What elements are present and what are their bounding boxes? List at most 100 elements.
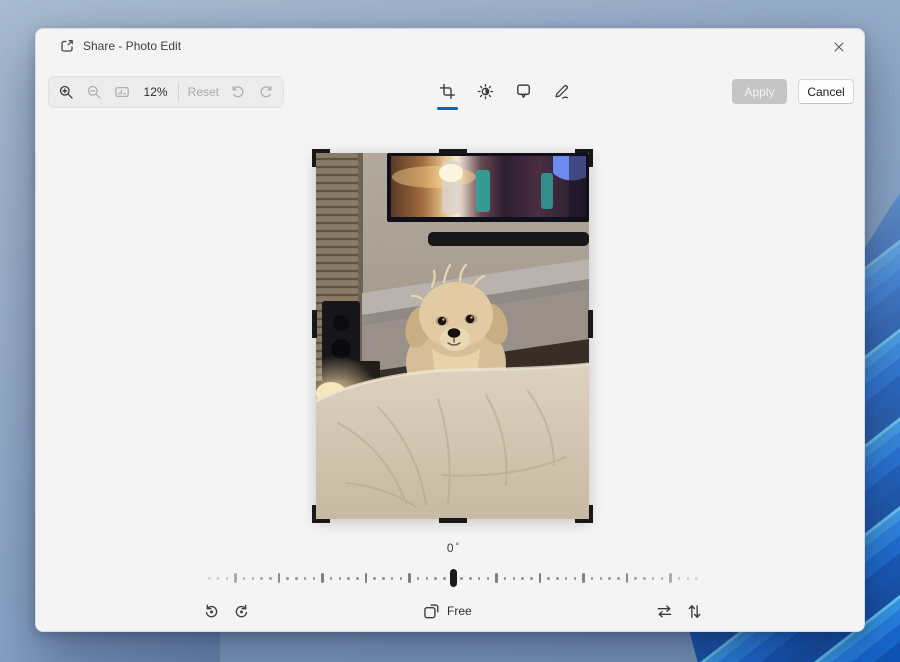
rotation-tick bbox=[303, 576, 307, 580]
rotation-tick bbox=[434, 576, 437, 580]
rotation-tick bbox=[269, 576, 272, 580]
rotation-tick bbox=[295, 576, 298, 580]
title-bar: Share - Photo Edit bbox=[36, 29, 864, 63]
rotation-tick bbox=[521, 576, 524, 580]
rotation-tick bbox=[695, 576, 698, 580]
rotation-tick bbox=[477, 576, 481, 580]
rotation-tick bbox=[617, 576, 620, 580]
desktop-wallpaper: Share - Photo Edit 12% Reset Apply Cance… bbox=[0, 0, 900, 662]
rotation-tick bbox=[547, 576, 550, 580]
window-title: Share - Photo Edit bbox=[83, 39, 182, 53]
rotation-tick bbox=[608, 576, 611, 580]
rotation-tick bbox=[225, 576, 229, 580]
rotation-tick bbox=[634, 576, 637, 580]
close-button[interactable] bbox=[824, 35, 854, 59]
rotation-tick bbox=[390, 576, 394, 580]
rotation-tick bbox=[242, 576, 246, 580]
crop-handle-top-left[interactable] bbox=[312, 149, 330, 167]
crop-handle-left[interactable] bbox=[312, 310, 317, 338]
rotation-tick bbox=[556, 576, 559, 580]
aspect-ratio-button[interactable]: Free bbox=[417, 597, 478, 625]
redo-button[interactable] bbox=[252, 79, 280, 105]
photo-image bbox=[316, 153, 589, 519]
rotation-tick bbox=[234, 573, 237, 583]
rotation-ticks[interactable] bbox=[201, 568, 705, 588]
flip-vertical-icon bbox=[688, 604, 700, 618]
rotation-tick bbox=[416, 576, 420, 580]
undo-button[interactable] bbox=[224, 79, 252, 105]
rotation-tick bbox=[686, 576, 690, 580]
markup-tool-button[interactable] bbox=[546, 76, 577, 106]
rotation-tick bbox=[286, 576, 289, 580]
apply-button[interactable]: Apply bbox=[732, 79, 787, 104]
crop-handle-top[interactable] bbox=[438, 149, 467, 154]
flip-horizontal-icon bbox=[657, 604, 671, 618]
filter-icon bbox=[517, 83, 530, 98]
rotation-tick bbox=[312, 576, 316, 580]
rotation-tick bbox=[443, 576, 446, 580]
zoom-in-icon bbox=[59, 85, 73, 99]
crop-handle-bottom-left[interactable] bbox=[312, 505, 330, 523]
share-icon bbox=[59, 38, 75, 54]
zoom-in-button[interactable] bbox=[52, 79, 80, 105]
rotation-tick bbox=[399, 576, 403, 580]
rotation-tick bbox=[486, 576, 490, 580]
rotation-tick bbox=[503, 576, 507, 580]
rotation-tick bbox=[408, 573, 411, 583]
flip-vertical-button[interactable] bbox=[680, 597, 708, 625]
rotation-tick bbox=[251, 576, 255, 580]
rotation-tick bbox=[599, 576, 603, 580]
fit-to-window-button[interactable] bbox=[108, 79, 136, 105]
rotation-tick bbox=[356, 576, 359, 580]
rotation-tick bbox=[260, 576, 263, 580]
rotation-tick bbox=[590, 576, 594, 580]
reset-button[interactable]: Reset bbox=[182, 85, 224, 99]
crop-icon bbox=[439, 83, 456, 99]
rotation-tick bbox=[208, 576, 211, 580]
crop-handle-bottom[interactable] bbox=[438, 518, 467, 523]
rotation-tick bbox=[669, 573, 672, 583]
crop-tool-button[interactable] bbox=[432, 76, 463, 110]
edit-tools-bar bbox=[432, 76, 577, 110]
rotation-tick bbox=[625, 573, 629, 583]
rotation-tick bbox=[530, 576, 533, 580]
flip-horizontal-button[interactable] bbox=[650, 597, 678, 625]
zoom-toolbar: 12% Reset bbox=[48, 76, 284, 108]
rotation-tick bbox=[216, 576, 220, 580]
crop-handle-right[interactable] bbox=[588, 310, 593, 338]
undo-icon bbox=[232, 85, 244, 98]
rotation-tick bbox=[329, 576, 333, 580]
markup-icon bbox=[555, 84, 568, 99]
rotate-right-button[interactable] bbox=[227, 597, 255, 625]
aspect-ratio-label: Free bbox=[447, 604, 472, 618]
zoom-out-icon bbox=[87, 85, 101, 99]
filter-tool-button[interactable] bbox=[508, 76, 539, 106]
rotation-tick bbox=[321, 573, 324, 583]
rotate-left-button[interactable] bbox=[197, 597, 225, 625]
zoom-level: 12% bbox=[143, 85, 168, 99]
rotate-right-icon bbox=[235, 604, 247, 617]
rotation-tick bbox=[495, 573, 498, 583]
share-photo-edit-window: Share - Photo Edit 12% Reset Apply Cance… bbox=[35, 28, 865, 632]
cancel-button[interactable]: Cancel bbox=[798, 79, 854, 104]
rotation-tick bbox=[643, 576, 646, 580]
fit-to-window-icon bbox=[114, 86, 129, 98]
rotation-tick bbox=[538, 573, 542, 583]
rotation-tick bbox=[382, 576, 385, 580]
rotation-tick bbox=[460, 576, 463, 580]
close-icon bbox=[834, 42, 844, 52]
crop-handle-bottom-right[interactable] bbox=[575, 505, 593, 523]
rotation-tick bbox=[425, 576, 429, 580]
redo-icon bbox=[260, 85, 272, 98]
rotate-left-icon bbox=[205, 604, 217, 617]
rotation-tick bbox=[469, 576, 472, 580]
rotation-tick bbox=[677, 576, 681, 580]
crop-handle-top-right[interactable] bbox=[575, 149, 593, 167]
rotation-tick bbox=[582, 573, 585, 583]
adjust-tool-button[interactable] bbox=[470, 76, 501, 106]
rotation-tick bbox=[347, 576, 350, 580]
rotation-slider-thumb[interactable] bbox=[449, 569, 457, 587]
rotation-tick bbox=[277, 573, 281, 583]
zoom-out-button[interactable] bbox=[80, 79, 108, 105]
rotation-tick bbox=[651, 576, 655, 580]
